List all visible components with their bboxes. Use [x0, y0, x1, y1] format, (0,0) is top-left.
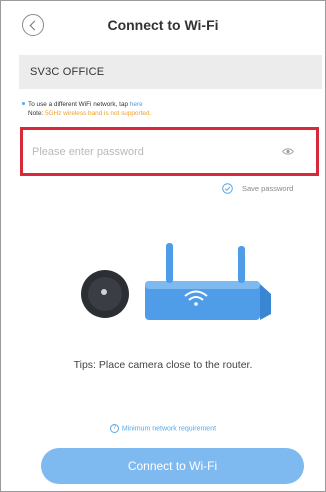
password-placeholder: Please enter password — [32, 146, 144, 158]
password-field[interactable]: Please enter password — [20, 127, 319, 176]
save-password-label: Save password — [242, 184, 294, 193]
network-name: SV3C OFFICE — [30, 66, 105, 78]
network-requirement-label: Minimum network requirement — [121, 425, 217, 433]
tips-text: Tips: Place camera close to the router. — [73, 359, 253, 371]
camera-router-illustration — [81, 243, 271, 320]
note-warning: 5GHz wireless band is not supported. — [45, 110, 152, 117]
help-icon: ? — [109, 424, 119, 433]
save-password-toggle[interactable]: Save password — [222, 183, 317, 197]
bullet-icon — [22, 102, 25, 105]
eye-icon[interactable] — [282, 147, 294, 156]
network-hint: To use a different WiFi network, tap her… — [22, 100, 152, 118]
change-network-link[interactable]: here — [130, 101, 143, 108]
app-screen: Connect to Wi-Fi SV3C OFFICE To use a di… — [0, 0, 326, 492]
network-name-row[interactable]: SV3C OFFICE — [19, 55, 322, 89]
note-label: Note: — [28, 110, 46, 117]
hint-text: To use a different WiFi network, tap — [28, 101, 130, 108]
connect-button[interactable]: Connect to Wi-Fi — [41, 448, 304, 484]
header-bar: Connect to Wi-Fi — [1, 1, 325, 47]
checkmark-circle-icon — [222, 183, 233, 194]
network-requirement-link[interactable]: ? Minimum network requirement — [1, 424, 325, 433]
page-title: Connect to Wi-Fi — [107, 17, 219, 33]
